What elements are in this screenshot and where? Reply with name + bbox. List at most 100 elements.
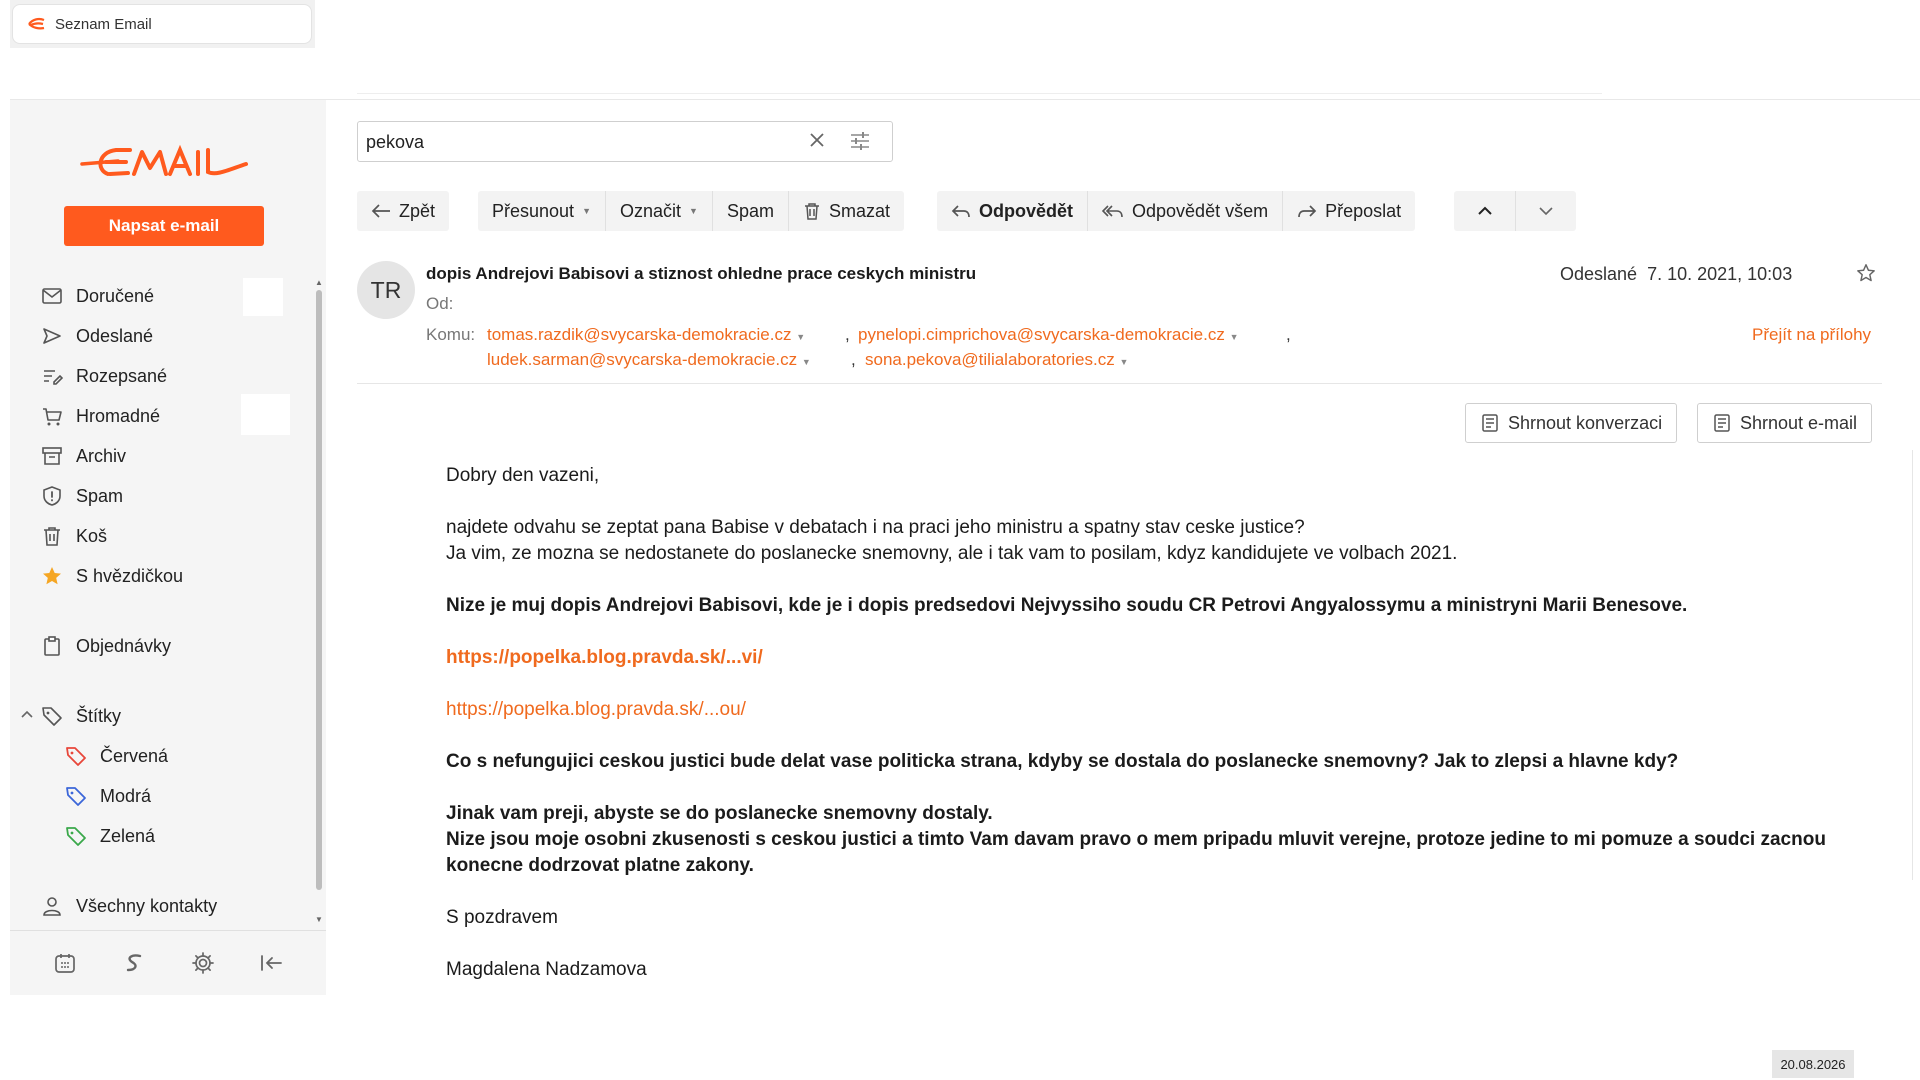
body-link[interactable]: https://popelka.blog.pravda.sk/...vi/ [446,647,763,668]
content-scrollbar[interactable] [1912,450,1913,880]
collapse-sidebar-icon[interactable] [254,945,290,981]
recipient-chip[interactable]: ludek.sarman@svycarska-demokracie.cz ▼ [487,350,811,370]
go-to-attachments-link[interactable]: Přejít na přílohy [1752,325,1871,345]
person-icon [40,894,64,918]
sidebar-item-label: Zelená [100,825,156,846]
red-tag-icon [64,744,88,768]
filter-sliders-icon[interactable] [849,131,871,151]
seznam-s-icon[interactable] [116,945,152,981]
recipient-chip[interactable]: pynelopi.cimprichova@svycarska-demokraci… [858,325,1238,345]
archive-icon [40,444,64,468]
back-button[interactable]: Zpět [357,191,449,231]
scroll-down-arrow-icon[interactable]: ▼ [315,915,323,924]
back-button-group: Zpět [357,191,450,231]
sidebar-item-label: Štítky [76,705,122,726]
sidebar-item-starred[interactable]: S hvězdičkou [40,561,310,591]
browser-tab[interactable]: Seznam Email [12,4,312,44]
sidebar-item-label: Modrá [100,785,152,806]
sidebar-item-label: Doručené [76,285,155,306]
sidebar-item-label: Všechny kontakty [76,895,218,916]
sidebar-item-trash[interactable]: Koš [40,521,310,551]
gear-icon[interactable] [185,945,221,981]
sidebar-item-archive[interactable]: Archiv [40,441,310,471]
chevron-down-icon [1538,206,1554,216]
from-label: Od: [426,294,454,313]
search-input[interactable] [366,128,786,156]
summarize-conversation-button[interactable]: Shrnout konverzaci [1465,403,1678,443]
sidebar-item-drafts[interactable]: Rozepsané [40,361,310,391]
reply-button[interactable]: Odpovědět [937,191,1089,231]
body-paragraph: najdete odvahu se zeptat pana Babise v d… [446,517,1305,538]
clipboard-icon [40,634,64,658]
recipient-separator: , [1286,325,1291,344]
sidebar-footer [10,930,326,995]
unread-count-badge [241,394,290,435]
caret-down-icon: ▼ [1119,357,1129,367]
reply-icon [951,203,971,219]
body-closing: S pozdravem [446,907,558,928]
recipient-separator: , [851,350,856,369]
mark-button[interactable]: Označit ▼ [606,191,713,231]
move-button[interactable]: Přesunout ▼ [478,191,606,231]
body-greeting: Dobry den vazeni, [446,465,600,486]
sidebar-item-label: Objednávky [76,635,172,656]
sidebar-item-label: Rozepsané [76,365,168,386]
delete-button[interactable]: Smazat [789,191,904,231]
sidebar-item-spam[interactable]: Spam [40,481,310,511]
send-icon [40,324,64,348]
message-body: Dobry den vazeni, najdete odvahu se zept… [446,463,1876,1009]
forward-icon [1297,203,1317,219]
tag-icon [40,704,64,728]
star-outline-icon[interactable] [1856,263,1876,283]
recipient-email: pynelopi.cimprichova@svycarska-demokraci… [858,325,1225,344]
reply-all-button[interactable]: Odpovědět všem [1088,191,1284,231]
summarize-conversation-label: Shrnout konverzaci [1508,412,1663,433]
chevron-up-icon[interactable] [20,707,34,721]
star-icon [40,564,64,588]
sidebar-section-labels[interactable]: Štítky [40,701,310,731]
body-paragraph-bold: Nize jsou moje osobni zkusenosti s cesko… [446,829,1826,876]
recipient-chip[interactable]: sona.pekova@tilialaboratories.cz ▼ [865,350,1128,370]
caret-down-icon: ▼ [582,206,591,216]
avatar: TR [357,261,415,319]
chevron-up-icon [1477,206,1493,216]
spam-button-label: Spam [726,200,774,221]
back-button-label: Zpět [399,200,436,221]
caret-down-icon: ▼ [796,332,806,342]
browser-tab-title: Seznam Email [55,15,152,33]
summarize-email-button[interactable]: Shrnout e-mail [1697,403,1873,443]
message-subject: dopis Andrejovi Babisovi a stiznost ohle… [426,264,977,283]
calendar-icon[interactable] [47,945,83,981]
seznam-favicon-icon [27,17,45,31]
body-signature: Magdalena Nadzamova [446,959,647,980]
body-link[interactable]: https://popelka.blog.pravda.sk/...ou/ [446,699,746,720]
forward-button[interactable]: Přeposlat [1283,191,1415,231]
compose-button[interactable]: Napsat e-mail [64,206,264,246]
sidebar-item-label: Archiv [76,445,127,466]
sidebar-item-tag-green[interactable]: Zelená [64,821,334,851]
caret-down-icon: ▼ [1229,332,1239,342]
sidebar-item-tag-red[interactable]: Červená [64,741,334,771]
divider [357,383,1882,384]
sidebar-scrollbar[interactable] [316,290,322,890]
spam-button[interactable]: Spam [713,191,789,231]
sidebar-item-contacts[interactable]: Všechny kontakty [40,891,310,921]
scroll-up-arrow-icon[interactable]: ▲ [315,278,323,287]
sent-date: Odeslané 7. 10. 2021, 10:03 [1560,264,1792,285]
summary-icon [1480,413,1500,433]
trash-icon [803,202,821,220]
sidebar-item-sent[interactable]: Odeslané [40,321,310,351]
recipient-chip[interactable]: tomas.razdik@svycarska-demokracie.cz ▼ [487,325,805,345]
sidebar-item-label: Spam [76,485,124,506]
message-actions-group: Přesunout ▼ Označit ▼ Spam Smazat [478,191,904,231]
sidebar-item-tag-blue[interactable]: Modrá [64,781,334,811]
email-logo[interactable] [78,140,253,184]
previous-message-button[interactable] [1454,191,1516,231]
close-icon[interactable] [808,131,826,149]
mark-button-label: Označit [619,200,682,221]
next-message-button[interactable] [1516,191,1576,231]
summarize-email-label: Shrnout e-mail [1740,412,1858,433]
sidebar-item-orders[interactable]: Objednávky [40,631,310,661]
unread-count-badge [243,278,283,316]
cart-icon [40,404,64,428]
